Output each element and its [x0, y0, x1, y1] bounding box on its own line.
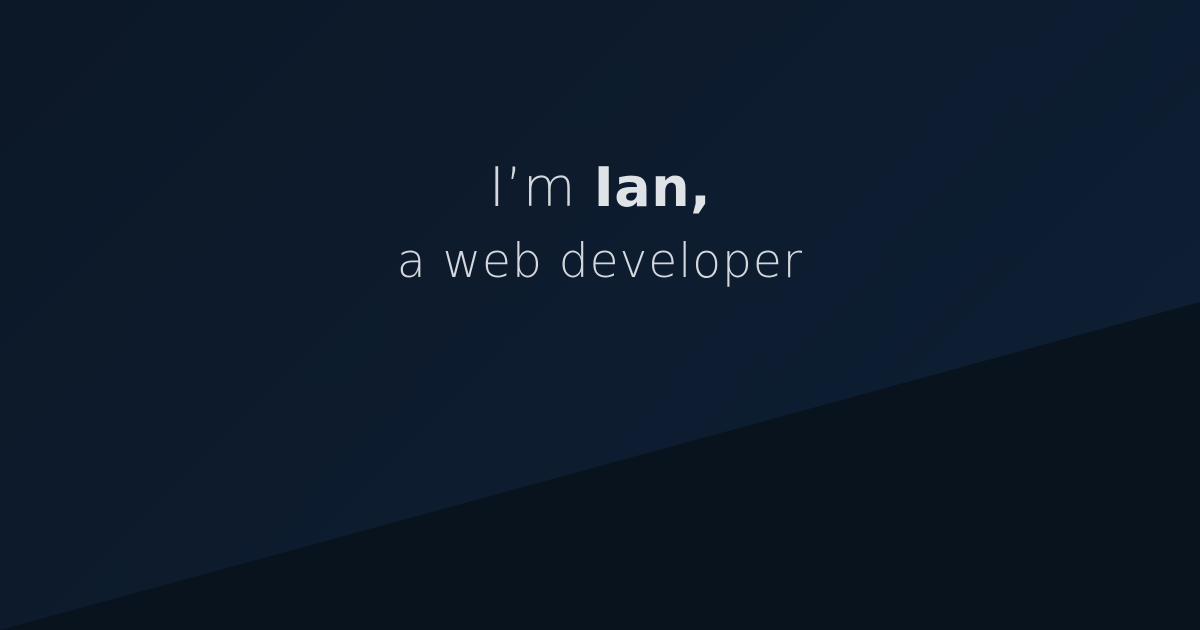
dark-diagonal-shape — [0, 302, 1200, 630]
intro-headline: I’m Ian, a web developer — [0, 150, 1200, 298]
tagline: a web developer — [396, 234, 804, 289]
greeting-line: I’m Ian, — [0, 150, 1200, 226]
greeting-prefix: I’m — [488, 156, 594, 219]
name-text: Ian, — [593, 156, 712, 219]
